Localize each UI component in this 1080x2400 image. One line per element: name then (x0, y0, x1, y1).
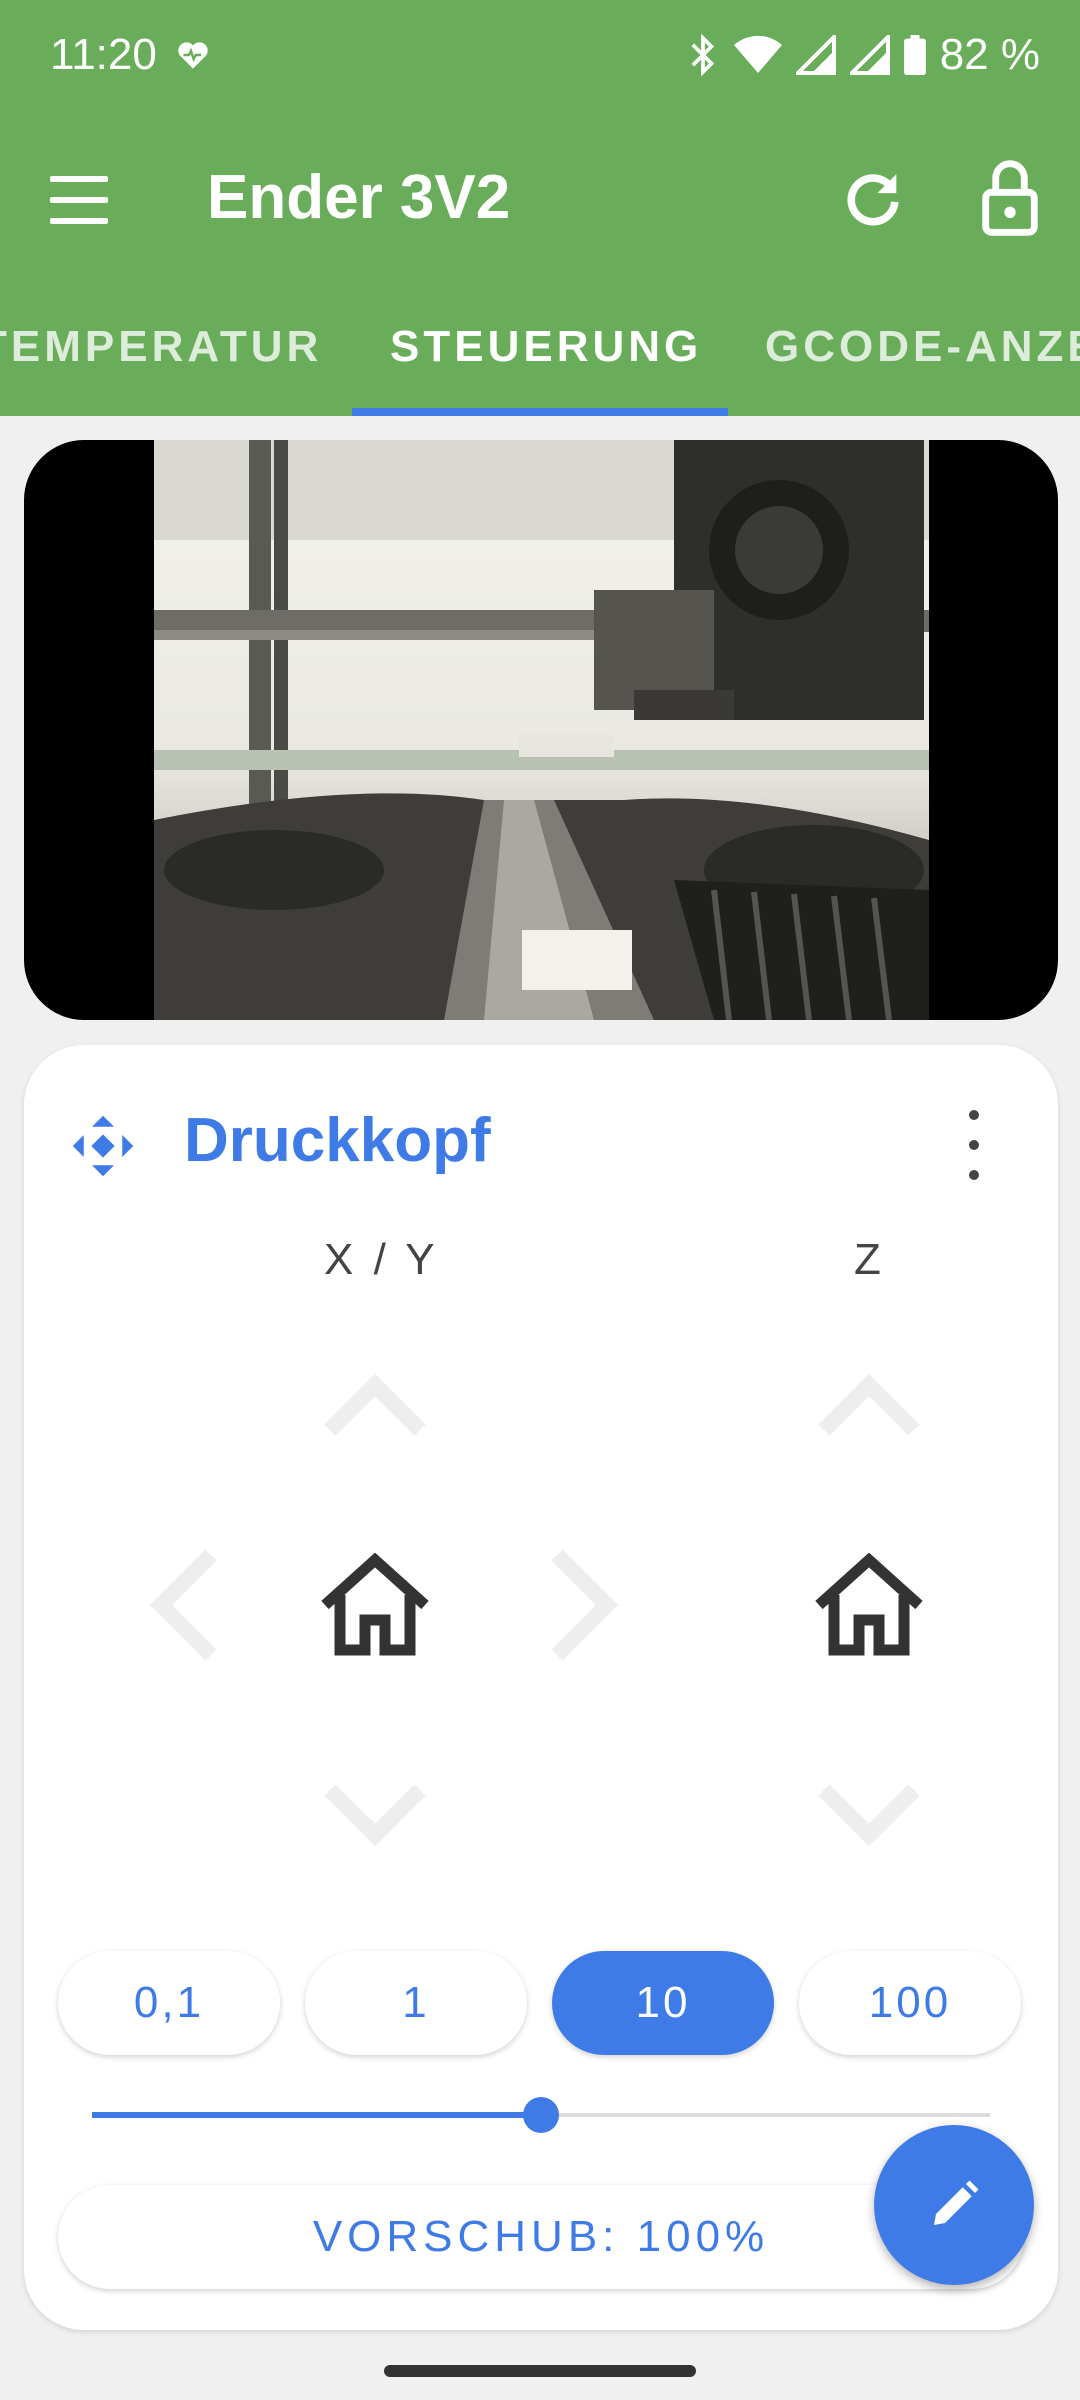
signal-icon-2 (849, 35, 890, 75)
status-time: 11:20 (50, 30, 157, 79)
step-0-1-button[interactable]: 0,1 (58, 1951, 280, 2055)
status-bar: 11:20 82 % (0, 0, 1080, 120)
lock-open-icon[interactable] (975, 158, 1045, 238)
z-down-button[interactable] (809, 1755, 929, 1875)
heart-icon (178, 42, 208, 69)
tab-steuerung[interactable]: STEUERUNG (390, 322, 702, 372)
step-100-button[interactable]: 100 (799, 1951, 1021, 2055)
chevron-up-icon (818, 1373, 920, 1436)
home-icon (321, 1552, 429, 1656)
x-left-button[interactable] (131, 1545, 251, 1665)
y-down-button[interactable] (315, 1755, 435, 1875)
signal-icon (795, 35, 836, 75)
z-up-button[interactable] (809, 1345, 929, 1465)
printhead-card: Druckkopf X / Y Z 0,1 1 10 100 VORSCHUB:… (24, 1045, 1058, 2330)
chevron-right-icon (551, 1549, 619, 1661)
app-bar: Ender 3V2 (0, 120, 1080, 280)
feedrate-slider[interactable] (92, 2095, 990, 2135)
webcam-image (154, 440, 929, 1020)
axis-xy-label: X / Y (324, 1235, 439, 1284)
slider-fill (92, 2112, 541, 2118)
app-title: Ender 3V2 (207, 163, 511, 232)
axis-z-label: Z (854, 1235, 885, 1284)
move-arrows-icon (72, 1115, 134, 1177)
battery-percent: 82 % (939, 30, 1040, 79)
refresh-icon[interactable] (838, 164, 908, 234)
y-up-button[interactable] (315, 1345, 435, 1465)
home-icon (815, 1552, 923, 1656)
menu-icon[interactable] (46, 170, 112, 230)
gesture-nav-handle[interactable] (384, 2365, 696, 2377)
more-vert-icon[interactable] (964, 1110, 984, 1180)
wifi-icon (733, 35, 782, 73)
edit-fab[interactable] (874, 2125, 1034, 2285)
card-title: Druckkopf (184, 1106, 491, 1175)
battery-icon (903, 35, 926, 75)
bluetooth-icon (691, 33, 714, 77)
chevron-down-icon (818, 1784, 920, 1847)
home-z-button[interactable] (809, 1545, 929, 1665)
slider-thumb[interactable] (523, 2097, 559, 2133)
tab-temperatur[interactable]: TEMPERATUR (0, 322, 322, 372)
pencil-icon (934, 2180, 979, 2225)
chevron-up-icon (324, 1373, 426, 1436)
chevron-down-icon (324, 1784, 426, 1847)
step-size-group: 0,1 1 10 100 (58, 1951, 1024, 2055)
tab-indicator (352, 408, 728, 416)
home-xy-button[interactable] (315, 1545, 435, 1665)
tab-bar: TEMPERATUR STEUERUNG GCODE-ANZE (0, 280, 1080, 416)
step-1-button[interactable]: 1 (305, 1951, 527, 2055)
tab-gcode-anzeige[interactable]: GCODE-ANZE (765, 322, 1080, 372)
chevron-left-icon (149, 1549, 217, 1661)
x-right-button[interactable] (517, 1545, 637, 1665)
step-10-button[interactable]: 10 (552, 1951, 774, 2055)
webcam-view[interactable] (24, 440, 1058, 1020)
